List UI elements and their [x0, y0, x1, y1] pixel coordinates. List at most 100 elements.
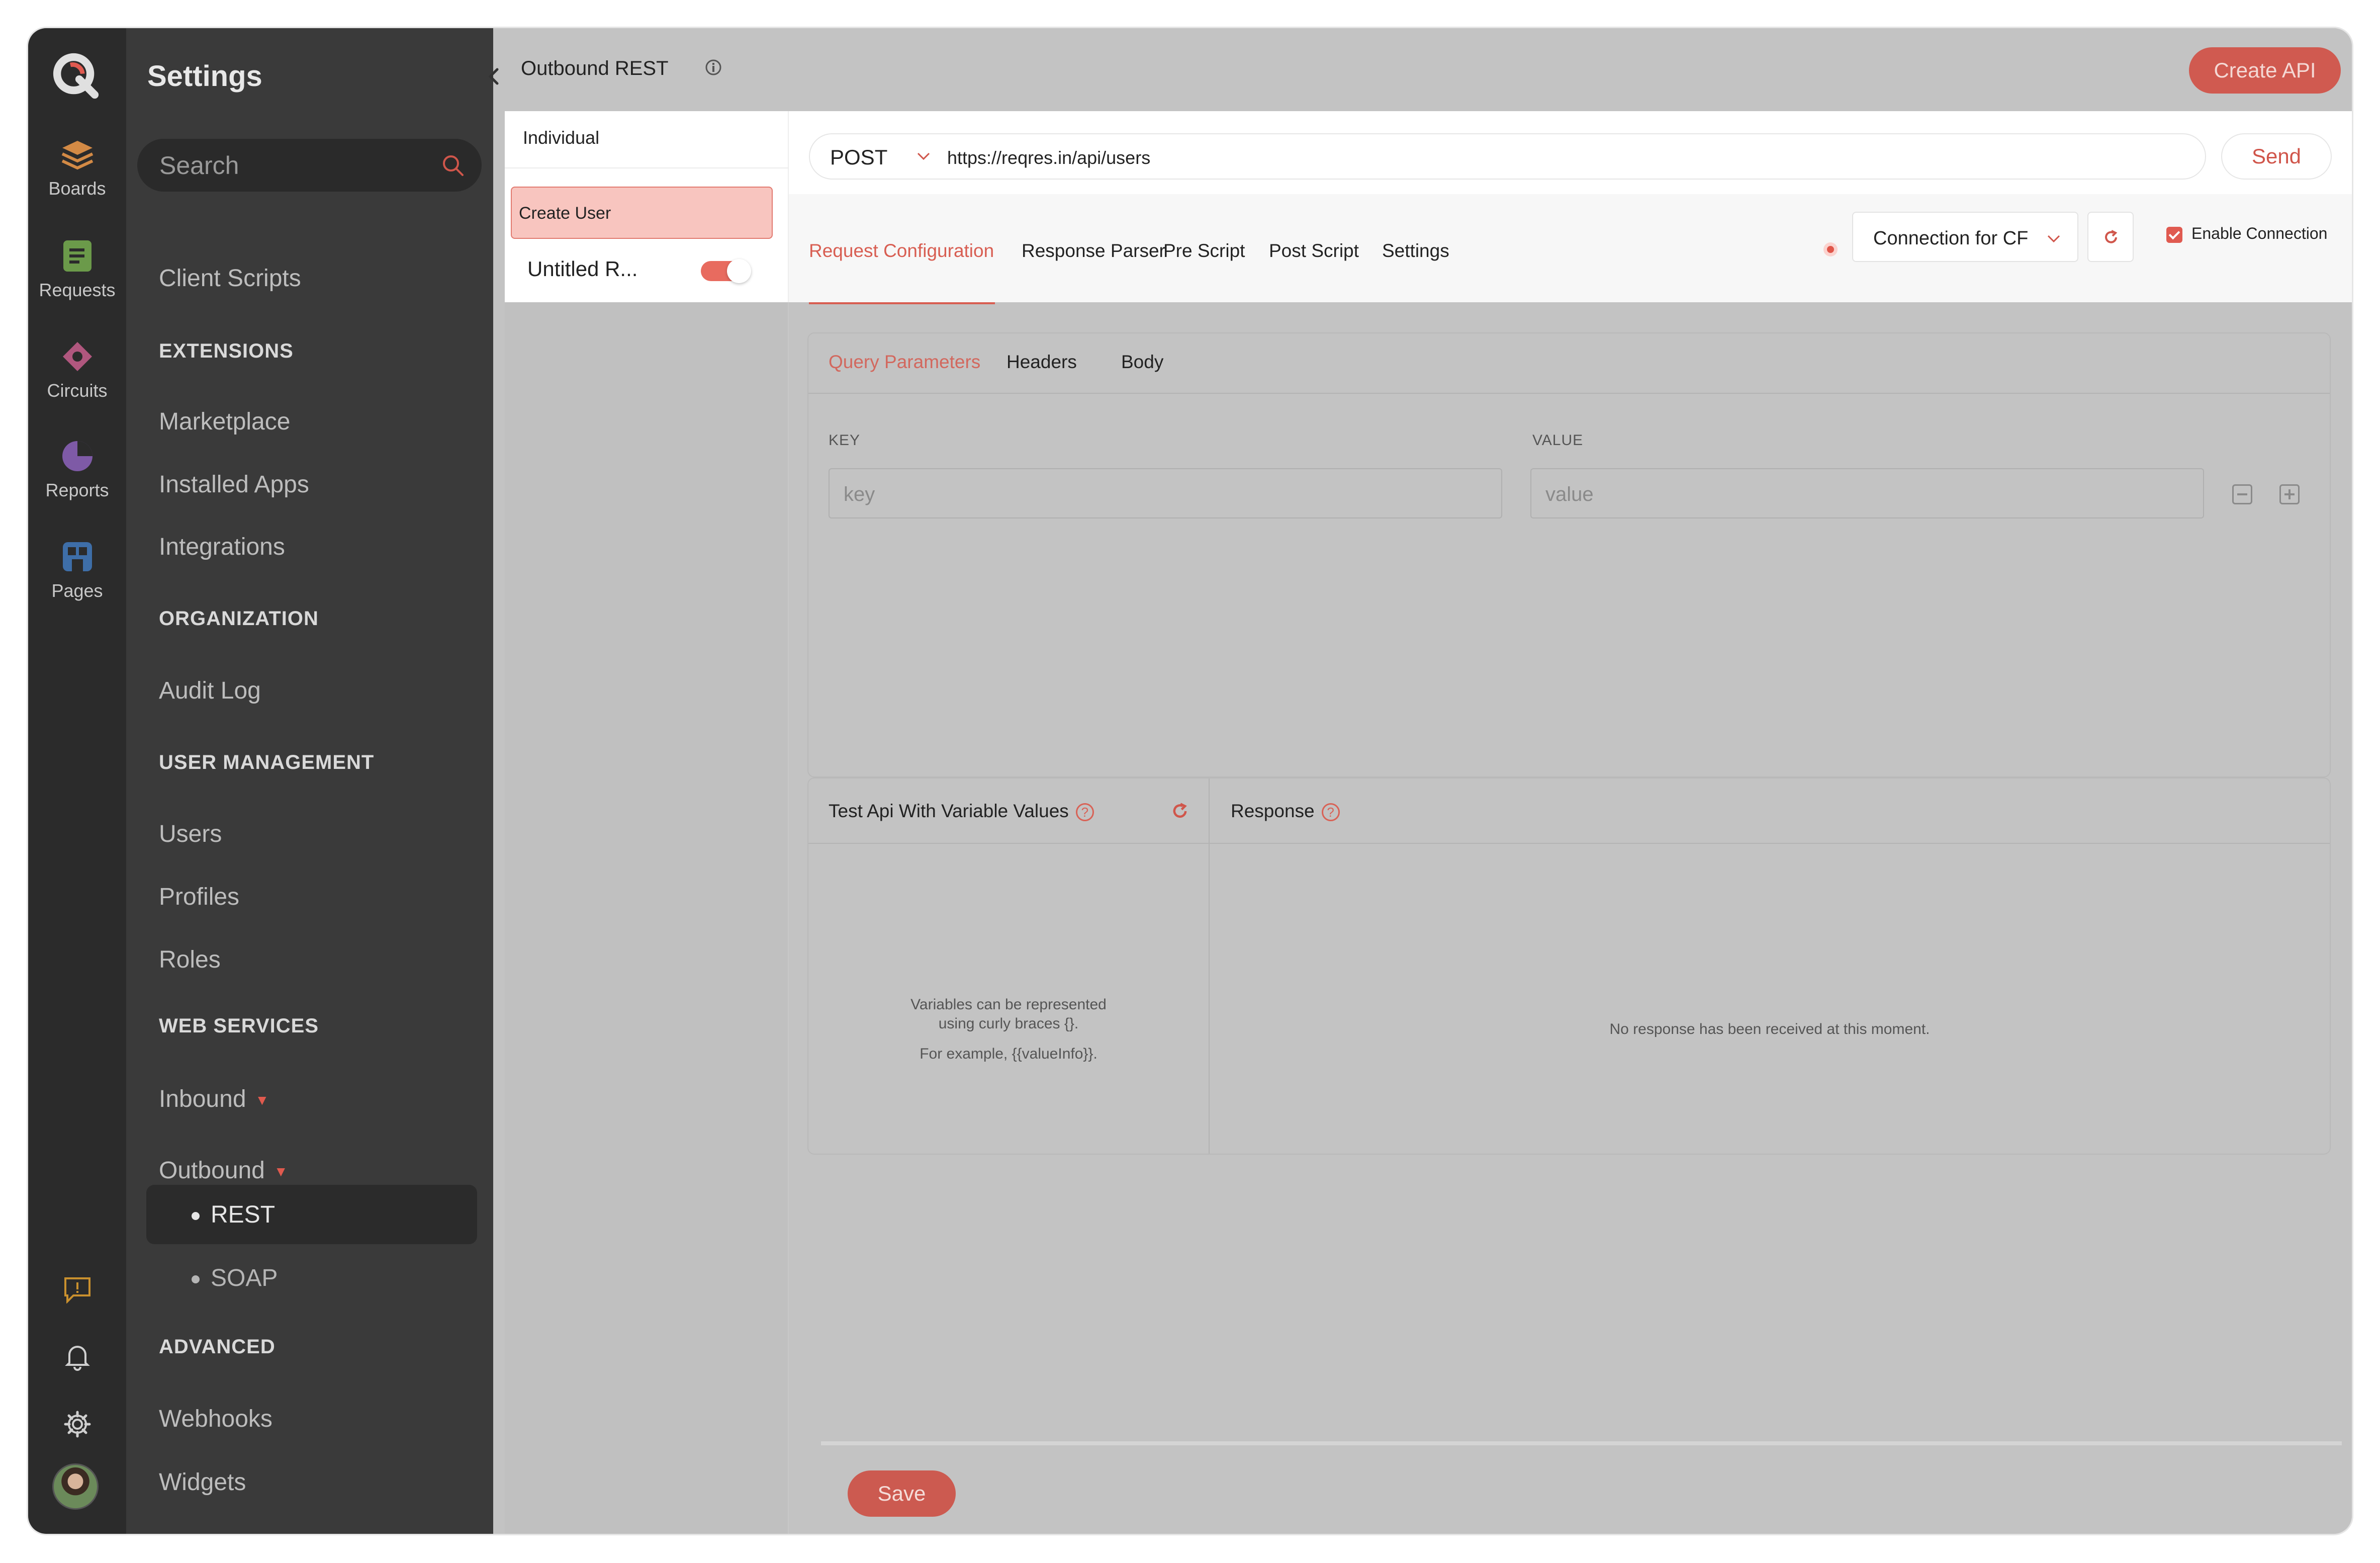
method-select[interactable]: POST	[809, 133, 947, 180]
caret-down-icon: ▼	[255, 1092, 269, 1108]
toggle-knob	[727, 259, 751, 283]
boards-icon	[61, 141, 93, 170]
chevron-down-icon	[917, 152, 930, 160]
add-row-button[interactable]	[2279, 484, 2300, 504]
sidebar-item-label: Inbound	[159, 1086, 246, 1112]
app-logo-icon[interactable]	[48, 48, 104, 104]
sidebar-item-profiles[interactable]: Profiles	[159, 883, 239, 911]
section-user-management: USER MANAGEMENT	[159, 751, 375, 773]
tab-body[interactable]: Body	[1121, 352, 1163, 373]
sidebar-item-outbound[interactable]: Outbound ▼	[159, 1157, 288, 1184]
value-column-label: VALUE	[1532, 432, 1584, 449]
settings-sidebar: Settings Search Client Scripts EXTENSION…	[126, 28, 493, 1534]
rail-label: Circuits	[47, 380, 108, 401]
sidebar-item-rest[interactable]: REST	[192, 1201, 275, 1229]
variables-hint: Variables can be represented	[910, 996, 1107, 1013]
bullet-icon	[192, 1275, 200, 1284]
save-button[interactable]: Save	[848, 1470, 956, 1517]
bell-icon	[64, 1346, 90, 1371]
avatar[interactable]	[52, 1463, 99, 1510]
search-placeholder: Search	[159, 151, 239, 180]
settings-button[interactable]	[28, 1410, 126, 1441]
checkbox-checked-icon	[2166, 226, 2182, 243]
bullet-icon	[192, 1212, 200, 1221]
page-title: Outbound REST	[521, 57, 669, 79]
rail-item-requests[interactable]: Requests	[28, 239, 126, 301]
feedback-button[interactable]	[28, 1275, 126, 1306]
tab-post-script[interactable]: Post Script	[1269, 240, 1359, 262]
response-title: Response?	[1231, 801, 1340, 822]
refresh-connection-button[interactable]	[2087, 212, 2134, 262]
api-item-untitled[interactable]: Untitled R...	[527, 257, 637, 281]
search-icon	[443, 155, 464, 176]
search-input[interactable]: Search	[137, 139, 482, 192]
connection-select[interactable]: Connection for CF	[1852, 212, 2078, 262]
method-value: POST	[830, 145, 888, 169]
tab-individual[interactable]: Individual	[523, 127, 599, 148]
header: Outbound REST Create API	[493, 28, 2352, 111]
rail-label: Reports	[45, 480, 109, 500]
tab-headers[interactable]: Headers	[1006, 352, 1077, 373]
section-advanced: ADVANCED	[159, 1336, 276, 1358]
help-icon[interactable]: ?	[1075, 803, 1094, 822]
list-pane-empty-area	[505, 302, 789, 1534]
sidebar-item-installed-apps[interactable]: Installed Apps	[159, 471, 309, 498]
scroll-divider	[821, 1441, 2342, 1445]
rail-item-pages[interactable]: Pages	[28, 540, 126, 601]
connection-value: Connection for CF	[1873, 228, 2029, 249]
tab-pre-script[interactable]: Pre Script	[1163, 240, 1245, 262]
tab-response-parser[interactable]: Response Parser	[1022, 240, 1165, 262]
sidebar-item-client-scripts[interactable]: Client Scripts	[159, 265, 301, 292]
tab-query-parameters[interactable]: Query Parameters	[829, 352, 980, 373]
section-organization: ORGANIZATION	[159, 607, 319, 630]
sidebar-item-webhooks[interactable]: Webhooks	[159, 1405, 272, 1433]
active-tab-underline	[809, 302, 995, 304]
param-value-input[interactable]: value	[1530, 468, 2204, 518]
param-key-input[interactable]: key	[829, 468, 1502, 518]
sidebar-item-roles[interactable]: Roles	[159, 946, 221, 974]
enable-connection-label: Enable Connection	[2191, 224, 2328, 242]
requests-icon	[63, 240, 91, 272]
sidebar-item-label: REST	[211, 1201, 276, 1228]
divider	[808, 843, 2330, 844]
api-list-pane: Individual Create User Untitled R...	[505, 111, 789, 302]
divider	[808, 393, 2330, 394]
gear-icon	[64, 1411, 90, 1438]
sidebar-item-audit-log[interactable]: Audit Log	[159, 677, 261, 705]
divider	[505, 167, 789, 168]
refresh-icon[interactable]	[1170, 802, 1189, 821]
remove-row-button[interactable]	[2232, 484, 2252, 504]
notifications-button[interactable]	[28, 1342, 126, 1373]
api-item-create-user[interactable]: Create User	[511, 187, 773, 239]
enable-connection-checkbox[interactable]: Enable Connection	[2166, 224, 2327, 243]
config-tab-bar: Request Configuration Response Parser Pr…	[789, 194, 2352, 302]
rail-item-reports[interactable]: Reports	[28, 440, 126, 501]
request-panel: Individual Create User Untitled R... POS…	[505, 111, 2352, 304]
help-icon[interactable]: ?	[1321, 803, 1340, 822]
test-response-card: Test Api With Variable Values? Response?…	[807, 777, 2331, 1155]
section-extensions: EXTENSIONS	[159, 340, 294, 362]
url-input[interactable]: https://reqres.in/api/users	[947, 133, 2206, 180]
sidebar-item-integrations[interactable]: Integrations	[159, 533, 285, 561]
info-icon[interactable]	[704, 58, 722, 76]
chevron-down-icon	[2047, 235, 2060, 243]
main-content: Outbound REST Create API Individual Crea…	[488, 28, 2352, 1534]
rail-item-boards[interactable]: Boards	[28, 139, 126, 199]
sidebar-item-widgets[interactable]: Widgets	[159, 1468, 246, 1496]
sidebar-item-marketplace[interactable]: Marketplace	[159, 408, 290, 436]
sidebar-item-inbound[interactable]: Inbound ▼	[159, 1085, 269, 1113]
rail-item-circuits[interactable]: Circuits	[28, 340, 126, 401]
reports-icon	[62, 441, 93, 471]
caret-down-icon: ▼	[273, 1164, 288, 1180]
response-label: Response	[1231, 801, 1315, 821]
api-item-toggle[interactable]	[701, 259, 751, 283]
app-window: Boards Requests Circuits Reports Pages S…	[28, 28, 2352, 1534]
tab-request-configuration[interactable]: Request Configuration	[809, 240, 994, 262]
send-button[interactable]: Send	[2221, 133, 2332, 180]
sidebar-item-soap[interactable]: SOAP	[192, 1264, 278, 1292]
tab-settings[interactable]: Settings	[1382, 240, 1449, 262]
feedback-icon	[64, 1277, 90, 1304]
create-api-button[interactable]: Create API	[2189, 47, 2341, 94]
sidebar-item-label: Outbound	[159, 1157, 265, 1184]
sidebar-item-users[interactable]: Users	[159, 820, 222, 848]
